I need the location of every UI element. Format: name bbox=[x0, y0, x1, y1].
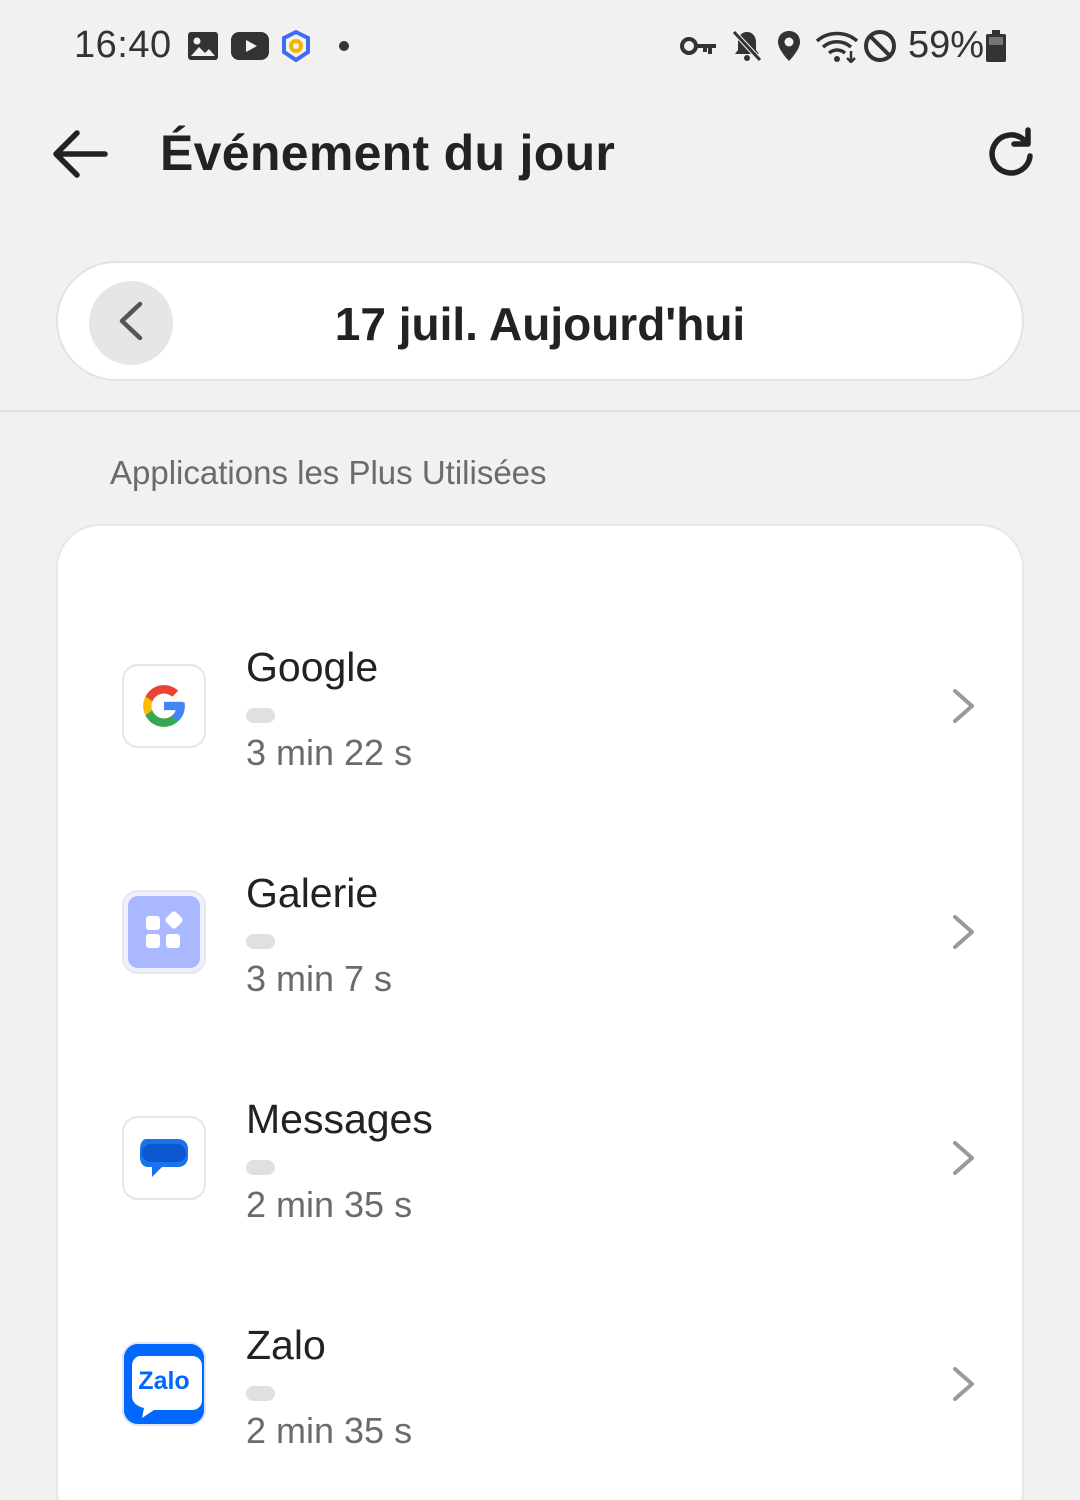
app-usage-time: 2 min 35 s bbox=[246, 1410, 413, 1451]
mute-icon bbox=[730, 26, 764, 66]
app-row-galerie[interactable]: Galerie 3 min 7 s bbox=[58, 854, 1026, 1034]
messages-icon bbox=[122, 1116, 206, 1200]
usage-bar bbox=[246, 1386, 275, 1401]
date-selector: 17 juil. Aujourd'hui bbox=[56, 261, 1024, 381]
notification-dot-icon bbox=[336, 26, 352, 66]
location-icon bbox=[774, 26, 804, 66]
usage-bar bbox=[246, 708, 275, 723]
arrow-left-icon bbox=[51, 129, 109, 184]
divider bbox=[0, 410, 1080, 412]
do-not-disturb-icon bbox=[862, 26, 898, 66]
chevron-right-icon bbox=[944, 684, 984, 728]
app-shield-icon bbox=[280, 26, 312, 66]
vpn-key-icon bbox=[680, 26, 718, 66]
refresh-button[interactable] bbox=[976, 120, 1048, 192]
usage-bar bbox=[246, 1160, 275, 1175]
app-row-google[interactable]: Google 3 min 22 s bbox=[58, 628, 1026, 808]
app-name: Galerie bbox=[246, 870, 379, 916]
page-title: Événement du jour bbox=[160, 125, 616, 181]
zalo-icon-label: Zalo bbox=[138, 1366, 190, 1395]
app-usage-time: 3 min 22 s bbox=[246, 732, 413, 773]
app-row-messages[interactable]: Messages 2 min 35 s bbox=[58, 1080, 1026, 1260]
google-icon bbox=[122, 664, 206, 748]
app-usage-time: 3 min 7 s bbox=[246, 958, 393, 999]
date-label: 17 juil. Aujourd'hui bbox=[334, 298, 746, 350]
status-time: 16:40 bbox=[74, 24, 172, 66]
chevron-right-icon bbox=[944, 1136, 984, 1180]
gallery-app-icon bbox=[122, 890, 206, 974]
usage-bar bbox=[246, 934, 275, 949]
zalo-icon: Zalo bbox=[122, 1342, 206, 1426]
app-row-zalo[interactable]: Zalo Zalo 2 min 35 s bbox=[58, 1306, 1026, 1486]
status-bar: 16:40 59% bbox=[0, 0, 1080, 92]
app-header: Événement du jour bbox=[0, 100, 1080, 210]
app-name: Google bbox=[246, 644, 379, 690]
most-used-apps-card: Google 3 min 22 s Galerie 3 min 7 s Mess… bbox=[56, 524, 1024, 1500]
chevron-right-icon bbox=[944, 910, 984, 954]
chevron-right-icon bbox=[944, 1362, 984, 1406]
app-name: Messages bbox=[246, 1096, 433, 1142]
app-name: Zalo bbox=[246, 1322, 326, 1368]
battery-percentage: 59% bbox=[908, 24, 985, 66]
wifi-icon bbox=[814, 26, 860, 66]
app-usage-time: 2 min 35 s bbox=[246, 1184, 413, 1225]
section-title: Applications les Plus Utilisées bbox=[110, 454, 547, 491]
youtube-icon bbox=[230, 26, 270, 66]
back-button[interactable] bbox=[44, 122, 116, 190]
battery-icon bbox=[984, 26, 1008, 66]
gallery-icon bbox=[186, 26, 220, 66]
refresh-icon bbox=[984, 126, 1040, 187]
